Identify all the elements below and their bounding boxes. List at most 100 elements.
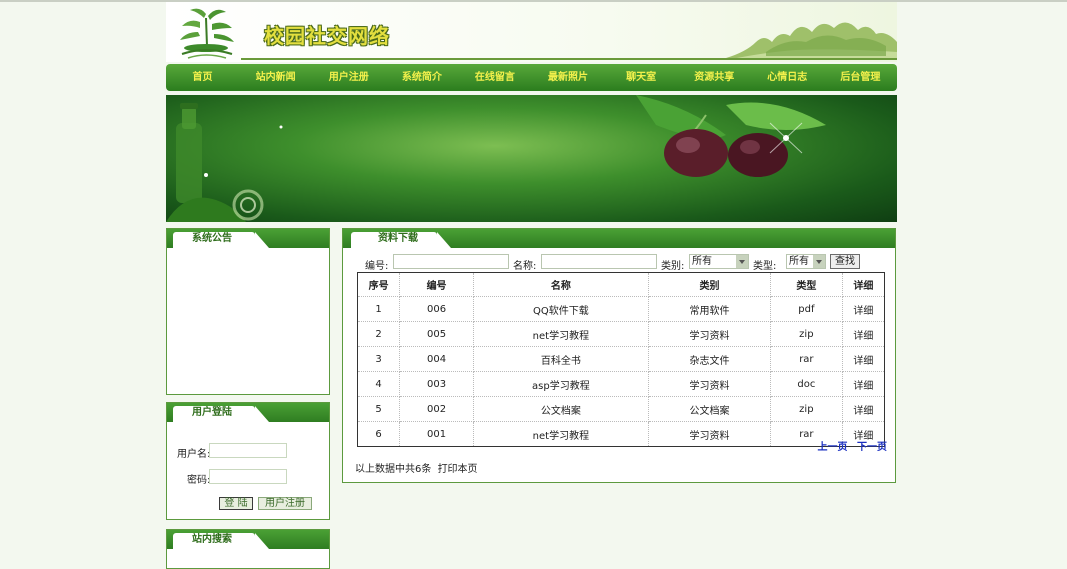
nav-photos[interactable]: 最新照片	[531, 64, 604, 91]
notice-panel-header: 系统公告	[167, 229, 329, 248]
cell-id: 001	[399, 421, 474, 447]
table-row: 5 002 公文档案 公文档案 zip 详细	[357, 396, 885, 422]
cell-index: 5	[357, 396, 401, 422]
download-table: 序号 编号 名称 类别 类型 详细 1 006 QQ软件下载 常用软件 pdf …	[357, 272, 885, 447]
hero-banner	[166, 95, 897, 222]
cell-category: 常用软件	[648, 296, 772, 322]
table-row: 1 006 QQ软件下载 常用软件 pdf 详细	[357, 296, 885, 322]
cell-type: zip	[770, 321, 843, 347]
table-row: 3 004 百科全书 杂志文件 rar 详细	[357, 346, 885, 372]
notice-panel: 系统公告	[166, 228, 330, 395]
mountain-illustration	[726, 22, 897, 60]
col-type: 类型	[770, 272, 843, 297]
nav-diary[interactable]: 心情日志	[751, 64, 824, 91]
banner-illustration	[166, 95, 826, 222]
register-button[interactable]: 用户注册	[258, 497, 312, 510]
category-value: 所有	[692, 256, 712, 267]
login-button[interactable]: 登 陆	[219, 497, 253, 510]
site-search-header: 站内搜索	[167, 530, 329, 549]
cell-index: 1	[357, 296, 401, 322]
type-value: 所有	[789, 256, 809, 267]
cell-category: 学习资料	[648, 321, 772, 347]
nav-news[interactable]: 站内新闻	[239, 64, 312, 91]
download-panel: 资料下载 编号: 名称: 类别: 所有 类型: 所有 查找 序号 编号 名称 类…	[342, 228, 896, 483]
nav-home[interactable]: 首页	[166, 64, 239, 91]
password-input[interactable]	[209, 469, 287, 484]
header-rule	[241, 58, 897, 60]
cell-name: asp学习教程	[473, 371, 649, 397]
id-label: 编号:	[365, 261, 389, 272]
site-header: 校园社交网络	[166, 2, 897, 62]
cell-type: zip	[770, 396, 843, 422]
cell-name: 百科全书	[473, 346, 649, 372]
cell-id: 003	[399, 371, 474, 397]
record-summary: 以上数据中共6条	[355, 464, 432, 475]
category-select[interactable]: 所有	[689, 254, 749, 269]
table-row: 4 003 asp学习教程 学习资料 doc 详细	[357, 371, 885, 397]
cell-index: 3	[357, 346, 401, 372]
cell-id: 004	[399, 346, 474, 372]
cell-name: net学习教程	[473, 421, 649, 447]
type-select[interactable]: 所有	[786, 254, 826, 269]
col-id: 编号	[399, 272, 474, 297]
table-row: 2 005 net学习教程 学习资料 zip 详细	[357, 321, 885, 347]
detail-link[interactable]: 详细	[842, 396, 885, 422]
nav-resources[interactable]: 资源共享	[678, 64, 751, 91]
cell-index: 4	[357, 371, 401, 397]
cell-id: 005	[399, 321, 474, 347]
site-search-panel: 站内搜索	[166, 529, 330, 569]
cell-type: rar	[770, 346, 843, 372]
category-label: 类别:	[661, 261, 685, 272]
cell-name: QQ软件下载	[473, 296, 649, 322]
chevron-down-icon	[736, 255, 748, 268]
chevron-down-icon	[813, 255, 825, 268]
password-label: 密码:	[187, 475, 211, 486]
cell-index: 2	[357, 321, 401, 347]
cell-name: 公文档案	[473, 396, 649, 422]
site-search-title: 站内搜索	[192, 534, 232, 545]
detail-link[interactable]: 详细	[842, 296, 885, 322]
page: 校园社交网络 首页 站内新闻 用户注册 系统简介 在线留言 最新照片 聊天室 资…	[166, 2, 897, 569]
site-title: 校园社交网络	[264, 24, 390, 48]
nav-guestbook[interactable]: 在线留言	[458, 64, 531, 91]
login-panel: 用户登陆 用户名: 密码: 登 陆 用户注册	[166, 402, 330, 520]
type-label: 类型:	[753, 261, 777, 272]
nav-chat[interactable]: 聊天室	[605, 64, 678, 91]
prev-page-link[interactable]: 上一页	[818, 442, 848, 453]
table-footer: 以上数据中共6条 打印本页	[355, 460, 478, 475]
name-label: 名称:	[513, 261, 537, 272]
logo-icon	[180, 8, 234, 59]
download-panel-header: 资料下载	[343, 229, 895, 248]
col-index: 序号	[357, 272, 401, 297]
name-input[interactable]	[541, 254, 657, 269]
login-title: 用户登陆	[192, 407, 232, 418]
notice-title: 系统公告	[192, 233, 232, 244]
nav-register[interactable]: 用户注册	[312, 64, 385, 91]
search-button[interactable]: 查找	[830, 254, 860, 269]
col-category: 类别	[648, 272, 772, 297]
download-title: 资料下载	[378, 233, 418, 244]
nav-admin[interactable]: 后台管理	[824, 64, 897, 91]
cell-category: 公文档案	[648, 396, 772, 422]
nav-about[interactable]: 系统简介	[385, 64, 458, 91]
cell-category: 学习资料	[648, 371, 772, 397]
cell-type: doc	[770, 371, 843, 397]
detail-link[interactable]: 详细	[842, 321, 885, 347]
main-nav: 首页 站内新闻 用户注册 系统简介 在线留言 最新照片 聊天室 资源共享 心情日…	[166, 64, 897, 91]
id-input[interactable]	[393, 254, 509, 269]
cell-category: 杂志文件	[648, 346, 772, 372]
cell-index: 6	[357, 421, 401, 447]
table-row: 6 001 net学习教程 学习资料 rar 详细	[357, 421, 885, 447]
detail-link[interactable]: 详细	[842, 346, 885, 372]
next-page-link[interactable]: 下一页	[857, 442, 887, 453]
detail-link[interactable]: 详细	[842, 371, 885, 397]
username-label: 用户名:	[177, 449, 211, 460]
username-input[interactable]	[209, 443, 287, 458]
cell-id: 002	[399, 396, 474, 422]
print-link[interactable]: 打印本页	[438, 464, 478, 475]
login-panel-header: 用户登陆	[167, 403, 329, 422]
cell-id: 006	[399, 296, 474, 322]
cell-name: net学习教程	[473, 321, 649, 347]
cell-category: 学习资料	[648, 421, 772, 447]
table-header-row: 序号 编号 名称 类别 类型 详细	[357, 272, 885, 297]
